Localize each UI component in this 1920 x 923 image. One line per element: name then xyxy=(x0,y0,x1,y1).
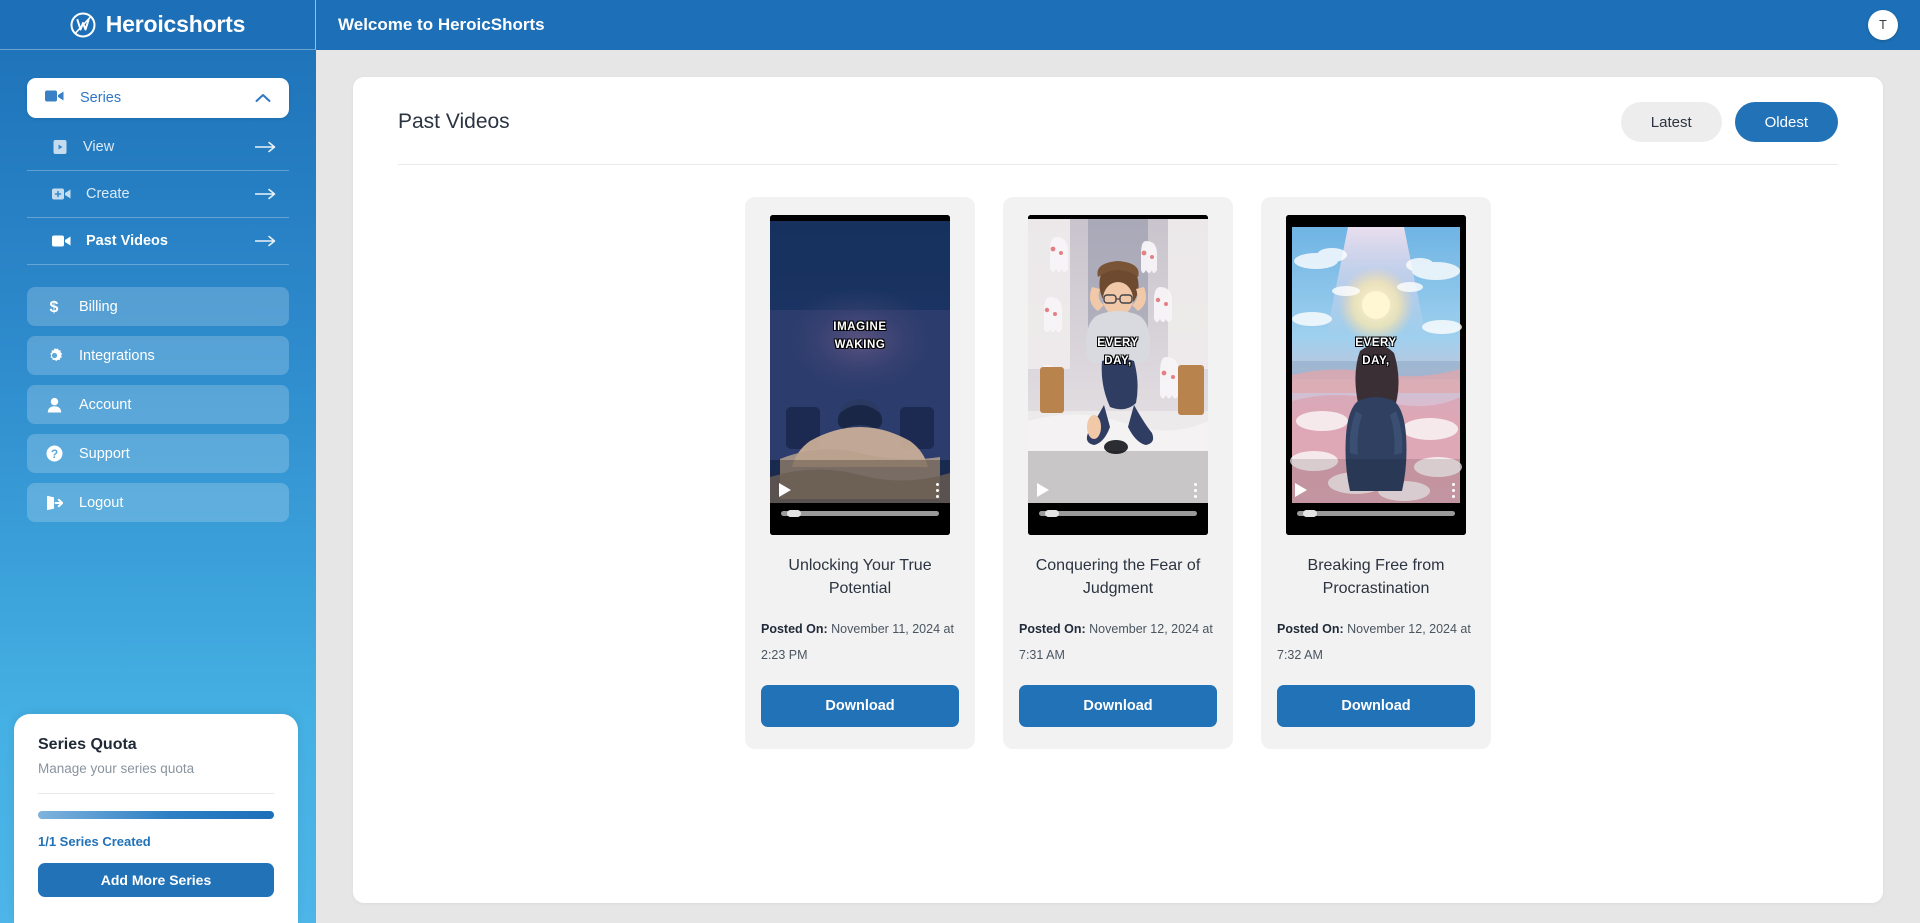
posted-on-label: Posted On: xyxy=(1019,622,1086,636)
more-options-icon[interactable] xyxy=(1450,481,1457,500)
player-controls xyxy=(1028,473,1208,535)
video-title: Breaking Free from Procrastination xyxy=(1277,555,1475,600)
video-posted-meta: Posted On: November 12, 2024 at 7:31 AM xyxy=(1019,617,1217,668)
arrow-right-icon xyxy=(255,141,277,153)
sidebar: Heroicshorts Series xyxy=(0,0,316,923)
sidebar-item-integrations-label: Integrations xyxy=(79,348,155,364)
scrubber-handle[interactable] xyxy=(787,510,801,517)
brand-name: Heroicshorts xyxy=(106,11,245,38)
sidebar-item-past-videos[interactable]: Past Videos xyxy=(27,218,289,265)
sort-toggle-group: Latest Oldest xyxy=(1621,102,1838,142)
divider xyxy=(38,793,274,794)
play-icon[interactable] xyxy=(1037,483,1049,497)
sidebar-item-logout[interactable]: Logout xyxy=(27,483,289,522)
video-title: Unlocking Your True Potential xyxy=(761,555,959,600)
sidebar-item-account-label: Account xyxy=(79,397,131,413)
video-camera-icon xyxy=(52,234,71,248)
svg-text:?: ? xyxy=(50,447,57,461)
series-quota-card: Series Quota Manage your series quota 1/… xyxy=(14,714,298,923)
more-options-icon[interactable] xyxy=(934,481,941,500)
arrow-right-icon xyxy=(255,188,277,200)
play-icon[interactable] xyxy=(779,483,791,497)
video-card: IMAGINEWAKING Unlocking Your True Potent… xyxy=(745,197,975,749)
gear-icon xyxy=(45,347,63,364)
download-button[interactable]: Download xyxy=(761,685,959,727)
sort-oldest-button[interactable]: Oldest xyxy=(1735,102,1838,142)
top-bar: Welcome to HeroicShorts T xyxy=(316,0,1920,50)
play-icon[interactable] xyxy=(1295,483,1307,497)
series-quota-progress-bar xyxy=(38,811,274,819)
posted-on-label: Posted On: xyxy=(761,622,828,636)
video-file-icon xyxy=(52,139,68,155)
avatar[interactable]: T xyxy=(1868,10,1898,40)
video-posted-meta: Posted On: November 11, 2024 at 2:23 PM xyxy=(761,617,959,668)
series-quota-title: Series Quota xyxy=(38,736,274,754)
download-button[interactable]: Download xyxy=(1277,685,1475,727)
video-posted-meta: Posted On: November 12, 2024 at 7:32 AM xyxy=(1277,617,1475,668)
more-options-icon[interactable] xyxy=(1192,481,1199,500)
video-card-list: IMAGINEWAKING Unlocking Your True Potent… xyxy=(398,165,1838,749)
sidebar-item-series[interactable]: Series xyxy=(27,78,289,118)
logout-icon xyxy=(45,495,63,511)
video-player[interactable]: EVERYDAY, xyxy=(1028,215,1208,535)
brand-header: Heroicshorts xyxy=(0,0,316,50)
sidebar-item-view[interactable]: View xyxy=(27,124,289,171)
sidebar-item-billing-label: Billing xyxy=(79,299,118,315)
sidebar-item-support-label: Support xyxy=(79,446,130,462)
sidebar-item-billing[interactable]: $ Billing xyxy=(27,287,289,326)
sidebar-subnav: View Create xyxy=(27,124,289,265)
video-card: EVERYDAY, Conquering the Fear of Judgmen… xyxy=(1003,197,1233,749)
video-scrubber[interactable] xyxy=(1039,511,1197,516)
sidebar-item-support[interactable]: ? Support xyxy=(27,434,289,473)
scrubber-handle[interactable] xyxy=(1303,510,1317,517)
sidebar-nav: Series View xyxy=(0,50,316,522)
player-controls xyxy=(1286,473,1466,535)
video-player[interactable]: EVERYDAY, xyxy=(1286,215,1466,535)
app-root: Heroicshorts Series xyxy=(0,0,1920,923)
add-more-series-button[interactable]: Add More Series xyxy=(38,863,274,897)
sidebar-item-view-label: View xyxy=(83,139,240,155)
svg-text:$: $ xyxy=(50,299,59,315)
sidebar-item-series-label: Series xyxy=(80,90,239,106)
sidebar-item-create-label: Create xyxy=(86,186,240,202)
chevron-up-icon[interactable] xyxy=(255,93,271,103)
page-title: Welcome to HeroicShorts xyxy=(338,15,1868,35)
download-button[interactable]: Download xyxy=(1019,685,1217,727)
arrow-right-icon xyxy=(255,235,277,247)
scrubber-handle[interactable] xyxy=(1045,510,1059,517)
video-plus-icon xyxy=(52,187,71,201)
series-quota-count: 1/1 Series Created xyxy=(38,834,274,849)
series-quota-subtitle: Manage your series quota xyxy=(38,761,274,776)
main-area: Welcome to HeroicShorts T Past Videos La… xyxy=(316,0,1920,923)
posted-on-label: Posted On: xyxy=(1277,622,1344,636)
video-title: Conquering the Fear of Judgment xyxy=(1019,555,1217,600)
sidebar-item-create[interactable]: Create xyxy=(27,171,289,218)
sidebar-item-account[interactable]: Account xyxy=(27,385,289,424)
video-camera-icon xyxy=(45,89,64,108)
sidebar-item-logout-label: Logout xyxy=(79,495,123,511)
sort-latest-button[interactable]: Latest xyxy=(1621,102,1722,142)
sidebar-item-past-videos-label: Past Videos xyxy=(86,233,240,249)
video-card: EVERYDAY, Breaking Free from Procrastina… xyxy=(1261,197,1491,749)
sidebar-item-integrations[interactable]: Integrations xyxy=(27,336,289,375)
video-scrubber[interactable] xyxy=(1297,511,1455,516)
panel-title: Past Videos xyxy=(398,110,1621,134)
heroicshorts-logo-icon xyxy=(70,12,96,38)
sidebar-secondary-nav: $ Billing Integrations xyxy=(27,287,289,522)
video-scrubber[interactable] xyxy=(781,511,939,516)
player-controls xyxy=(770,473,950,535)
panel-header: Past Videos Latest Oldest xyxy=(398,102,1838,165)
content-area: Past Videos Latest Oldest xyxy=(316,50,1920,923)
user-icon xyxy=(45,397,63,413)
question-circle-icon: ? xyxy=(45,445,63,462)
sidebar-spacer xyxy=(0,522,316,714)
dollar-icon: $ xyxy=(45,298,63,315)
video-player[interactable]: IMAGINEWAKING xyxy=(770,215,950,535)
past-videos-panel: Past Videos Latest Oldest xyxy=(353,77,1883,903)
